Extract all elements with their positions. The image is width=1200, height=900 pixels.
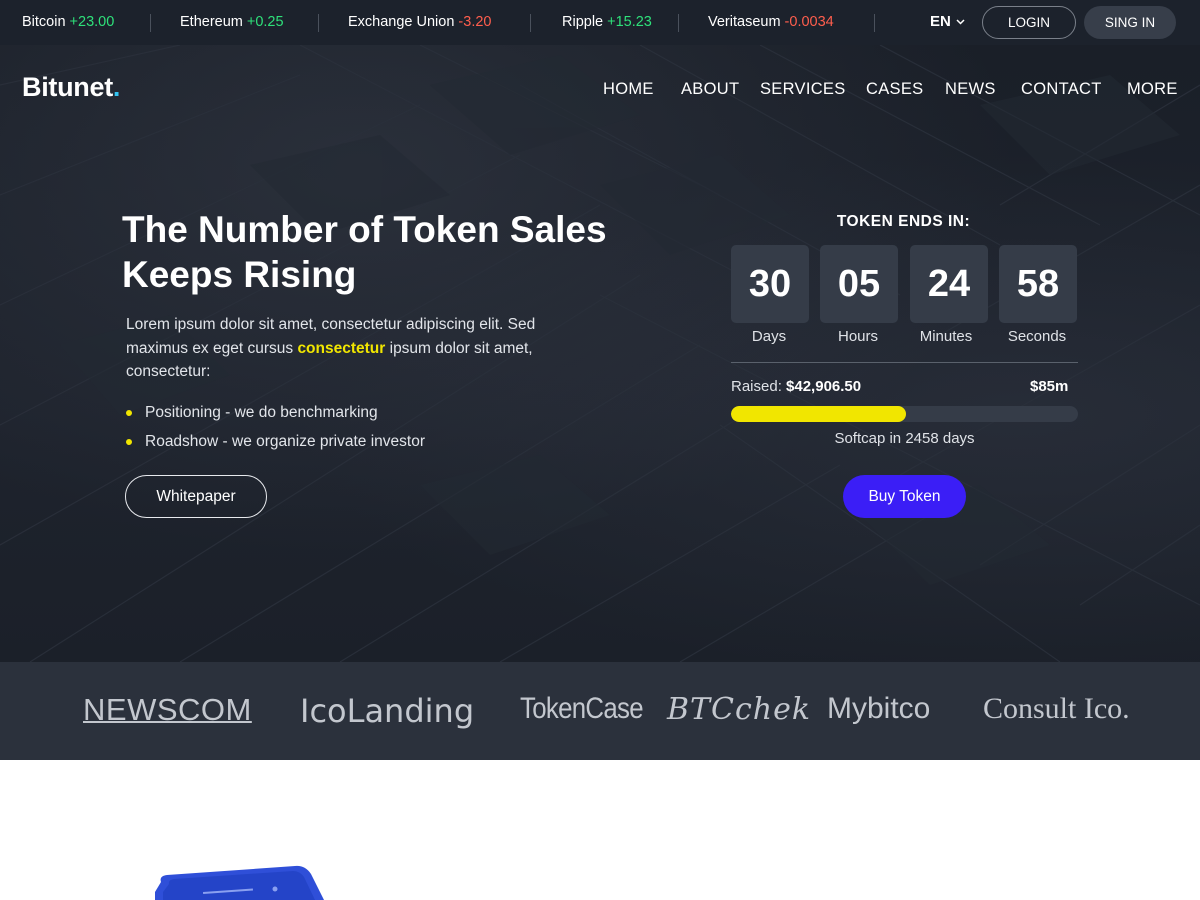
buy-token-button[interactable]: Buy Token — [843, 475, 966, 518]
login-button[interactable]: LOGIN — [982, 6, 1076, 39]
ticker-name: Ripple — [562, 14, 604, 30]
ticker-change: +15.23 — [607, 14, 652, 30]
partner-logo-icolanding[interactable]: IcoLanding — [300, 692, 474, 730]
nav-item-about[interactable]: ABOUT — [681, 80, 739, 99]
nav-item-home[interactable]: HOME — [603, 80, 654, 99]
hero-bullet-list: Positioning - we do benchmarking Roadsho… — [126, 398, 425, 457]
countdown-minutes-label: Minutes — [919, 328, 973, 345]
ticker-divider — [874, 14, 875, 32]
ticker-divider — [530, 14, 531, 32]
chevron-down-icon — [956, 18, 965, 25]
ticker-change: -3.20 — [458, 14, 492, 30]
nav-item-more[interactable]: MORE — [1127, 80, 1178, 99]
hero-headline: The Number of Token Sales Keeps Rising — [122, 209, 607, 295]
countdown-timer: 30 05 24 58 — [731, 245, 1078, 323]
partner-logo-consult-ico[interactable]: Consult Ico. — [983, 692, 1130, 726]
language-selector[interactable]: EN — [930, 13, 965, 30]
partner-logos-strip: NEWSCOM IcoLanding TokenCase BTCchek Myb… — [0, 662, 1200, 760]
nav-item-news[interactable]: NEWS — [945, 80, 996, 99]
ticker-item-exchange-union[interactable]: Exchange Union -3.20 — [348, 14, 491, 30]
ticker-item-ripple[interactable]: Ripple +15.23 — [562, 14, 652, 30]
ticker-change: +0.25 — [246, 14, 284, 30]
partner-logo-text: NEWSCOM — [83, 692, 252, 727]
countdown-days-value: 30 — [731, 245, 809, 323]
ticker-divider — [678, 14, 679, 32]
partner-logo-btcchek[interactable]: BTCchek — [667, 692, 811, 727]
countdown-divider — [731, 362, 1078, 363]
bullet-text: Positioning - we do benchmarking — [145, 403, 378, 421]
countdown-seconds-label: Seconds — [1007, 328, 1067, 345]
raised-amount: Raised: $42,906.50 — [731, 378, 861, 395]
ticker-name: Veritaseum — [708, 14, 781, 30]
countdown-hours-value: 05 — [820, 245, 898, 323]
countdown-title: TOKEN ENDS IN: — [836, 213, 971, 230]
countdown-days-label: Days — [751, 328, 787, 345]
nav-item-services[interactable]: SERVICES — [760, 80, 846, 99]
partner-logo-newscom[interactable]: NEWSCOM — [83, 692, 252, 728]
signin-button[interactable]: SING IN — [1084, 6, 1176, 39]
main-nav: HOME ABOUT SERVICES CASES NEWS CONTACT M… — [0, 80, 1200, 100]
goal-amount: $85m — [1030, 378, 1069, 395]
ticker-divider — [318, 14, 319, 32]
ticker-name: Exchange Union — [348, 14, 455, 30]
price-ticker-bar: Bitcoin +23.00 Ethereum +0.25 Exchange U… — [0, 0, 1200, 45]
raised-label: Raised: — [731, 378, 782, 395]
funding-progress-bar — [731, 406, 1078, 422]
bullet-dot-icon — [126, 409, 132, 416]
countdown-minutes-value: 24 — [910, 245, 988, 323]
ticker-item-bitcoin[interactable]: Bitcoin +23.00 — [22, 14, 114, 30]
raised-value: $42,906.50 — [786, 378, 862, 395]
phone-mockup-image — [155, 865, 324, 900]
ticker-divider — [150, 14, 151, 32]
partner-logo-mybitco[interactable]: Mybitco — [827, 692, 930, 726]
ticker-item-ethereum[interactable]: Ethereum +0.25 — [180, 14, 284, 30]
ticker-name: Bitcoin — [22, 14, 66, 30]
countdown-seconds-value: 58 — [999, 245, 1077, 323]
funding-progress-fill — [731, 406, 907, 422]
nav-item-contact[interactable]: CONTACT — [1021, 80, 1102, 99]
whitepaper-button[interactable]: Whitepaper — [125, 475, 267, 518]
hero-section: Bitunet. HOME ABOUT SERVICES CASES NEWS … — [0, 45, 1200, 662]
ticker-name: Ethereum — [180, 14, 243, 30]
countdown-hours-label: Hours — [837, 328, 878, 345]
partner-logo-tokencase[interactable]: TokenCase — [520, 692, 644, 726]
list-item: Roadshow - we organize private investor — [126, 428, 425, 458]
nav-item-cases[interactable]: CASES — [866, 80, 923, 99]
softcap-text: Softcap in 2458 days — [834, 430, 975, 447]
ticker-item-veritaseum[interactable]: Veritaseum -0.0034 — [708, 14, 834, 30]
hero-lead-text: Lorem ipsum dolor sit amet, consectetur … — [126, 313, 586, 384]
ticker-change: -0.0034 — [784, 14, 834, 30]
bullet-dot-icon — [126, 439, 132, 446]
bullet-text: Roadshow - we organize private investor — [145, 433, 425, 451]
lead-highlight: consectetur — [297, 339, 386, 357]
list-item: Positioning - we do benchmarking — [126, 398, 425, 428]
ticker-change: +23.00 — [69, 14, 115, 30]
language-label: EN — [930, 13, 951, 30]
